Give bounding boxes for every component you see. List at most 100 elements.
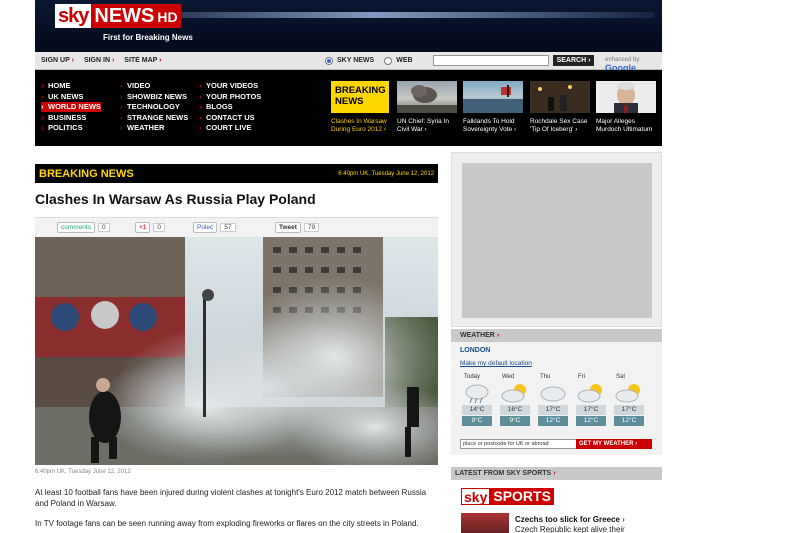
nav-col-1: HOME UK NEWS WORLD NEWS BUSINESS POLITIC… [41,81,101,133]
gplus-button[interactable]: +1 [135,222,151,233]
weather-day-sat: Sat 17°C 12°C [614,374,644,426]
sun-cloud-icon [614,382,644,404]
sport-story-title[interactable]: Czechs too slick for Greece [515,515,625,524]
nav-weather[interactable]: WEATHER [120,123,188,133]
logo-sky: sky [55,4,92,28]
facebook-like-button[interactable]: Poleć [193,222,218,233]
day-low: 12°C [576,416,606,426]
tweet-button[interactable]: Tweet [275,222,301,233]
nav-politics[interactable]: POLITICS [41,123,101,133]
twitter-share[interactable]: Tweet 79 [275,222,320,233]
comments-button[interactable]: comments [57,222,95,233]
nav-technology[interactable]: TECHNOLOGY [120,102,188,112]
nav-business[interactable]: BUSINESS [41,113,101,123]
nav-contact-us[interactable]: CONTACT US [199,113,261,123]
logo-hd: HD [157,4,181,28]
promo-major[interactable]: Major Alleges Murdoch Ultimatum [596,118,660,134]
logo-news: NEWS [91,4,158,28]
nav-video[interactable]: VIDEO [120,81,188,91]
signup-link[interactable]: SIGN UP [41,57,74,64]
facebook-count: 57 [220,223,236,232]
day-low: 12°C [614,416,644,426]
portrait-image [614,82,638,113]
day-name: Sat [616,374,626,380]
weather-day-today: Today 14°C 9°C [462,374,492,426]
comments-share[interactable]: comments 0 [57,222,110,233]
breaking-timestamp: 6:40pm UK, Tuesday June 12, 2012 [338,170,434,177]
day-high: 14°C [462,405,492,415]
article-video-still[interactable] [35,237,438,465]
sky-sports-logo[interactable]: sky SPORTS [461,488,554,505]
day-low: 9°C [462,416,492,426]
article-paragraph-2: In TV footage fans can be seen running a… [35,519,419,528]
logo-sky: sky [461,488,491,505]
promo-falklands[interactable]: Falklands To Hold Sovereignty Vote › [463,118,527,134]
search-button[interactable]: SEARCH › [552,55,595,66]
tagline: First for Breaking News [103,33,193,42]
sky-sports-heading[interactable]: LATEST FROM SKY SPORTS [451,467,662,480]
sport-story-thumbnail[interactable] [461,513,509,533]
video-caption: 6:40pm UK, Tuesday June 12, 2012 [35,469,131,475]
nav-world-news[interactable]: WORLD NEWS [41,102,101,112]
article-headline: Clashes In Warsaw As Russia Play Poland [35,191,316,207]
harbour-image [463,85,523,113]
advert-placeholder[interactable] [462,163,652,318]
nav-your-videos[interactable]: YOUR VIDEOS [199,81,261,91]
promo-thumb-syria[interactable] [397,81,457,113]
street-image [530,81,590,113]
promo-thumb-falklands[interactable] [463,81,523,113]
breaking-label: BREAKING NEWS [39,167,134,180]
nav-court-live[interactable]: COURT LIVE [199,123,261,133]
make-default-location-link[interactable]: Make my default location [460,360,532,367]
promo-thumb-rochdale[interactable] [530,81,590,113]
share-bar: comments 0 +1 0 Poleć 57 Tweet 79 [35,217,438,237]
weather-panel: LONDON Make my default location Today 14… [451,342,662,455]
cloud-icon [538,382,568,404]
main-nav: HOME UK NEWS WORLD NEWS BUSINESS POLITIC… [35,70,662,146]
weather-day-thu: Thu 17°C 12°C [538,374,568,426]
promo-thumb-major[interactable] [596,81,656,113]
day-name: Thu [540,374,551,380]
day-name: Today [464,374,481,380]
sitemap-link[interactable]: SITE MAP [124,57,161,64]
comments-count: 0 [97,223,110,232]
promo-syria[interactable]: UN Chief: Syria In Civil War › [397,118,461,134]
sport-story-summary: Czech Republic kept alive their [515,525,625,533]
day-name: Wed [502,374,515,380]
radio-web[interactable] [384,56,393,65]
weather-day-fri: Fri 17°C 12°C [576,374,606,426]
promo-clashes[interactable]: Clashes In Warsaw During Euro 2012 › [331,118,395,134]
day-high: 16°C [500,405,530,415]
nav-col-3: YOUR VIDEOS YOUR PHOTOS BLOGS CONTACT US… [199,81,261,133]
search-area: SKY NEWS WEB SEARCH › [325,55,595,66]
breaking-news-box[interactable]: BREAKING NEWS [331,81,389,113]
signin-link[interactable]: SIGN IN [84,57,114,64]
weather-heading[interactable]: WEATHER [451,329,662,342]
nav-home[interactable]: HOME [41,81,101,91]
weather-city: LONDON [460,347,491,354]
sky-news-hd-logo[interactable]: sky NEWS HD [55,4,181,28]
logo-sports: SPORTS [490,488,554,505]
gplus-share[interactable]: +1 0 [135,222,166,233]
promo-rochdale[interactable]: Rochdale Sex Case 'Tip Of Iceberg' › [530,118,594,134]
sun-cloud-icon [500,382,530,404]
day-low: 12°C [538,416,568,426]
day-low: 9°C [500,416,530,426]
radio-skynews[interactable] [325,56,333,65]
weather-day-wed: Wed 16°C 9°C [500,374,530,426]
facebook-share[interactable]: Poleć 57 [193,222,236,233]
day-high: 17°C [538,405,568,415]
nav-showbiz[interactable]: SHOWBIZ NEWS [120,92,188,102]
top-bar: SIGN UP SIGN IN SITE MAP SKY NEWS WEB SE… [35,52,662,73]
postcode-input[interactable]: place or postcode for UK or abroad [460,439,578,449]
riot-smoke-image [35,237,438,465]
nav-strange-news[interactable]: STRANGE NEWS [120,113,188,123]
site-header: sky NEWS HD First for Breaking News [35,0,662,52]
advert-box [451,152,662,327]
search-input[interactable] [432,55,549,66]
radio-web-label: WEB [396,57,413,64]
get-my-weather-button[interactable]: GET MY WEATHER [576,439,652,449]
nav-uk-news[interactable]: UK NEWS [41,92,101,102]
nav-your-photos[interactable]: YOUR PHOTOS [199,92,261,102]
nav-blogs[interactable]: BLOGS [199,102,261,112]
